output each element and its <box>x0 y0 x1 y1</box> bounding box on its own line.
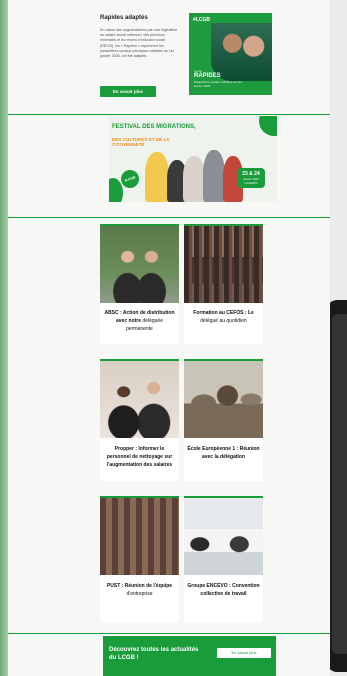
newsletter-page: Rapides adaptés En raison des augmentati… <box>8 0 330 676</box>
divider <box>8 217 330 218</box>
cta-button[interactable]: En savoir plus <box>217 648 271 658</box>
news-caption: École Européenne 1 : Réunion avec la dél… <box>187 446 260 460</box>
news-card[interactable]: PUST : Réunion de l'équipe d'entreprise <box>100 496 179 622</box>
news-caption: ABSC : Action de distribution avec notre… <box>104 310 175 332</box>
festival-subtitle: des cultures et de la citoyenneté <box>112 137 170 148</box>
news-photo <box>184 496 263 575</box>
news-caption: Groupe ENCEVO : Convention collective de… <box>187 583 260 597</box>
news-photo <box>100 496 179 575</box>
card-subtitle: Paramètres sociaux valables au 1er janvi… <box>194 80 242 88</box>
section-body: En raison des augmentations par voie lég… <box>100 28 178 59</box>
news-caption: Formation au CEFOS : Le délégué au quoti… <box>193 310 254 324</box>
news-photo <box>184 359 263 438</box>
news-card[interactable]: Propper : Informer le personnel de netto… <box>100 359 179 481</box>
rapides-image[interactable]: #LCGB social RAPIDES Paramètres sociaux … <box>189 13 272 95</box>
news-caption: PUST : Réunion de l'équipe d'entreprise <box>106 583 173 597</box>
divider <box>8 633 330 634</box>
cta-bar: Découvrez toutes les actualités du LCGB … <box>103 636 276 676</box>
person-photo <box>203 150 225 202</box>
news-card[interactable]: École Européenne 1 : Réunion avec la dél… <box>184 359 263 481</box>
festival-date: 23 & 24 février 2026 LUXEXPO <box>237 168 265 188</box>
cta-text: Découvrez toutes les actualités du LCGB … <box>109 647 199 661</box>
person-photo <box>183 156 205 202</box>
rapides-section: Rapides adaptés En raison des augmentati… <box>8 0 330 112</box>
festival-banner[interactable]: Festival des migrations, des cultures et… <box>109 116 277 202</box>
decorative-blob <box>259 116 277 136</box>
person-photo <box>145 152 169 202</box>
news-card[interactable]: ABSC : Action de distribution avec notre… <box>100 224 179 344</box>
news-card[interactable]: Groupe ENCEVO : Convention collective de… <box>184 496 263 622</box>
phone-device-edge <box>327 300 347 672</box>
left-background <box>0 0 8 676</box>
read-more-button[interactable]: En savoir plus <box>100 86 156 97</box>
date-main: 23 & 24 <box>242 171 260 177</box>
brand-tag: #LCGB <box>193 17 210 23</box>
news-photo <box>100 359 179 438</box>
date-sub: février 2026 LUXEXPO <box>243 177 259 185</box>
news-caption: Propper : Informer le personnel de netto… <box>106 446 173 468</box>
festival-title: Festival des migrations, <box>112 124 196 130</box>
news-photo <box>184 224 263 303</box>
news-card[interactable]: Formation au CEFOS : Le délégué au quoti… <box>184 224 263 344</box>
card-title: RAPIDES <box>194 73 221 79</box>
divider <box>8 114 330 115</box>
section-title: Rapides adaptés <box>100 15 148 21</box>
news-photo <box>100 224 179 303</box>
